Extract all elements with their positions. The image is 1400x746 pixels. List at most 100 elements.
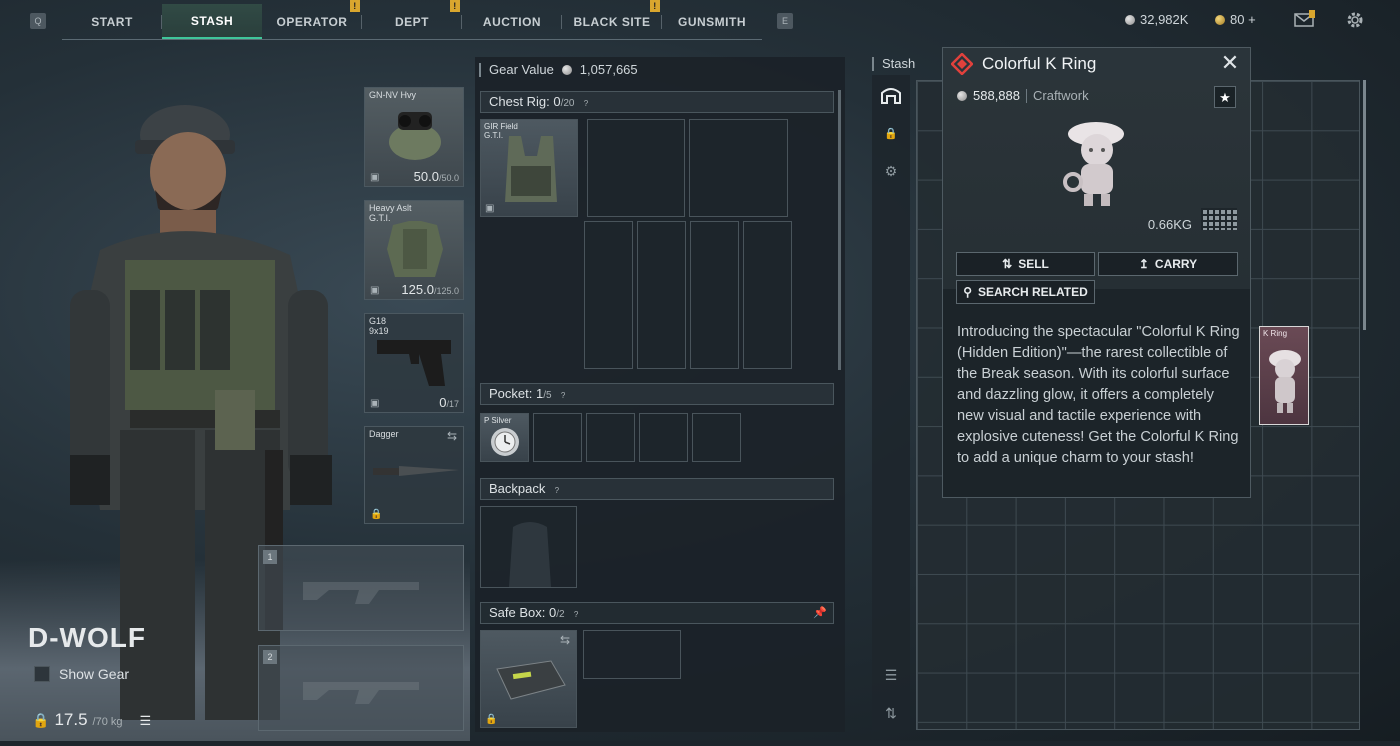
- tab-label: GUNSMITH: [678, 14, 746, 29]
- chest-rig-image: [505, 136, 557, 202]
- carry-button[interactable]: ↥ CARRY: [1098, 252, 1238, 276]
- safe-box-cell[interactable]: [583, 630, 681, 679]
- search-icon: ⚲: [963, 285, 972, 299]
- tab-stash[interactable]: STASH: [162, 4, 262, 39]
- tab-gunsmith[interactable]: GUNSMITH: [662, 4, 762, 39]
- backpack-slot[interactable]: [480, 506, 577, 588]
- safe-box-image: [496, 660, 566, 700]
- chest-rig-item[interactable]: GIR Field G.T.I. ▣: [480, 119, 578, 217]
- tab-black-site[interactable]: BLACK SITE!: [562, 0, 662, 39]
- k-ring-figure-image: [1063, 122, 1124, 206]
- help-icon[interactable]: ?: [551, 485, 562, 496]
- slot-number: 1: [263, 550, 277, 564]
- rifle-silhouette-icon: [303, 682, 419, 704]
- tab-label: OPERATOR: [276, 14, 348, 29]
- search-related-button[interactable]: ⚲ SEARCH RELATED: [956, 280, 1095, 304]
- gear-scrollbar[interactable]: [838, 90, 841, 370]
- pocket-cell[interactable]: [586, 413, 635, 462]
- sell-icon[interactable]: ⇅: [872, 695, 910, 731]
- help-icon[interactable]: ?: [580, 98, 591, 109]
- lock-icon: 🔒: [485, 714, 498, 725]
- safe-box-item[interactable]: ⇆ 🔒: [480, 630, 577, 728]
- chest-rig-header: Chest Rig: 0/20?: [480, 91, 834, 113]
- durability-icon: ▣: [370, 285, 380, 296]
- tab-label: BLACK SITE: [573, 14, 651, 29]
- gear-value-amount: 1,057,665: [579, 62, 638, 77]
- gear-icon[interactable]: ⚙: [872, 153, 910, 189]
- search-related-label: SEARCH RELATED: [978, 285, 1088, 299]
- layers-icon[interactable]: ☰: [872, 657, 910, 693]
- chest-rig-cell[interactable]: [637, 221, 686, 369]
- tab-auction[interactable]: AUCTION: [462, 4, 562, 39]
- primary-weapon-slot[interactable]: 1: [258, 545, 464, 631]
- sidearm-slot[interactable]: G18 9x19 ▣ 0/17: [364, 313, 464, 413]
- list-icon[interactable]: ☰: [140, 713, 152, 729]
- stash-scrollbar[interactable]: [1363, 80, 1366, 330]
- durability-value: 50.0/50.0: [413, 169, 459, 184]
- dagger-image: [373, 466, 459, 476]
- tab-label: START: [91, 14, 133, 29]
- gold-currency[interactable]: 80 +: [1215, 12, 1256, 27]
- ammo-value: 0/17: [439, 395, 459, 410]
- gear-icon[interactable]: [1345, 10, 1365, 35]
- backpack-header: Backpack?: [480, 478, 834, 500]
- item-price: 588,888 Craftwork: [957, 88, 1089, 103]
- chest-rig-cell[interactable]: [587, 119, 685, 217]
- silver-coin-icon: [561, 64, 572, 75]
- nav-next-key[interactable]: E: [777, 13, 793, 29]
- secondary-weapon-slot[interactable]: 2: [258, 645, 464, 731]
- safe-box-header: Safe Box: 0/2? 📌: [480, 602, 834, 624]
- mail-icon[interactable]: [1294, 10, 1316, 33]
- pin-icon[interactable]: 📌: [813, 603, 827, 623]
- pocket-cell[interactable]: [533, 413, 582, 462]
- nav-tabs: START STASH OPERATOR! DEPT! AUCTION BLAC…: [62, 0, 762, 40]
- pocket-cell[interactable]: [639, 413, 688, 462]
- helmet-slot[interactable]: GN-NV Hvy ▣ 50.0/50.0: [364, 87, 464, 187]
- show-gear-label: Show Gear: [59, 666, 130, 682]
- stash-header: Stash: [872, 56, 915, 71]
- tab-dept[interactable]: DEPT!: [362, 0, 462, 39]
- alert-badge: !: [450, 0, 460, 12]
- melee-slot[interactable]: Dagger ⇆ 🔒: [364, 426, 464, 524]
- k-ring-stash-item[interactable]: K Ring: [1259, 326, 1309, 425]
- close-icon[interactable]: ✕: [1219, 52, 1241, 75]
- swap-icon[interactable]: ⇆: [560, 633, 570, 647]
- chest-rig-cell[interactable]: [690, 221, 739, 369]
- pistol-image: [377, 340, 451, 386]
- weight-value: 17.5: [54, 710, 88, 729]
- chest-rig-cell[interactable]: [584, 221, 633, 369]
- show-gear-checkbox[interactable]: [34, 666, 50, 682]
- tab-operator[interactable]: OPERATOR!: [262, 0, 362, 39]
- favorite-star-icon[interactable]: ★: [1214, 86, 1236, 108]
- silver-currency: 32,982K: [1125, 12, 1188, 27]
- armor-slot[interactable]: Heavy Aslt G.T.I. ▣ 125.0/125.0: [364, 200, 464, 300]
- sell-button[interactable]: ⇅ SELL: [956, 252, 1095, 276]
- gear-value-header: Gear Value 1,057,665: [479, 62, 638, 77]
- lock-icon[interactable]: 🔒: [872, 115, 910, 151]
- popup-title: Colorful K Ring: [982, 54, 1097, 73]
- gear-value-label: Gear Value: [489, 62, 554, 77]
- tab-label: STASH: [190, 13, 234, 28]
- operator-name: D-WOLF: [28, 622, 146, 653]
- armor-image: [387, 221, 443, 277]
- pocket-item[interactable]: P Silver: [480, 413, 529, 462]
- chest-rig-cell[interactable]: [689, 119, 788, 217]
- lock-icon: 🔒: [32, 712, 50, 728]
- item-detail-popup: Colorful K Ring ✕ 588,888 Craftwork ★ 0.…: [942, 47, 1251, 498]
- carry-weight: 🔒 17.5/70 kg ☰: [32, 710, 151, 730]
- nav-prev-key[interactable]: Q: [30, 13, 46, 29]
- pocket-cell[interactable]: [692, 413, 741, 462]
- slot-label: G18 9x19: [369, 316, 389, 336]
- slot-number: 2: [263, 650, 277, 664]
- item-category: Craftwork: [1033, 88, 1089, 103]
- stash-home-icon[interactable]: [872, 77, 910, 113]
- swap-icon[interactable]: ⇆: [447, 429, 457, 443]
- show-gear-toggle[interactable]: Show Gear: [34, 666, 129, 682]
- help-icon[interactable]: ?: [558, 390, 569, 401]
- help-icon[interactable]: ?: [571, 609, 582, 620]
- slot-label: Dagger: [369, 429, 399, 439]
- tab-start[interactable]: START: [62, 4, 162, 39]
- durability-icon: ▣: [370, 172, 380, 183]
- ammo-icon: ▣: [370, 398, 380, 409]
- chest-rig-cell[interactable]: [743, 221, 792, 369]
